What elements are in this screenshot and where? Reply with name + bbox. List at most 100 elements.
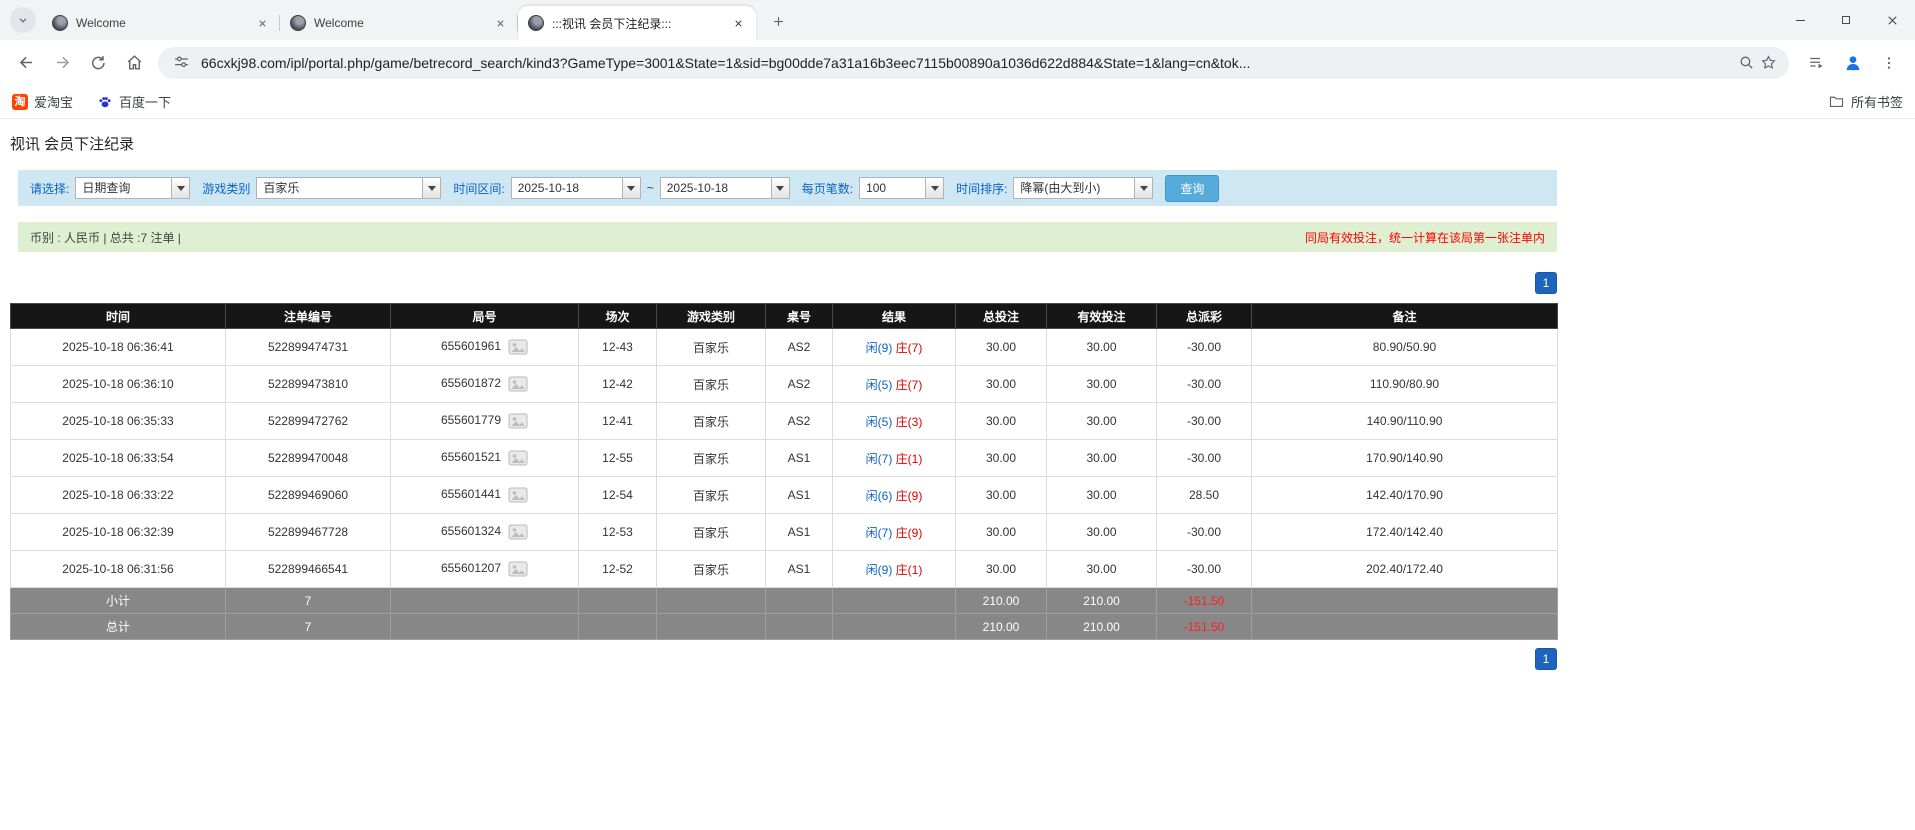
all-bookmarks-button[interactable]: 所有书签: [1828, 92, 1903, 111]
query-type-select[interactable]: 日期查询: [75, 177, 190, 199]
total-bet-link[interactable]: 30.00: [956, 366, 1047, 403]
sort-order-select[interactable]: 降幂(由大到小): [1013, 177, 1153, 199]
time-cell: 2025-10-18 06:32:39: [11, 514, 226, 551]
round-detail-image-icon[interactable]: [508, 524, 528, 540]
bookmark-label: 爱淘宝: [34, 92, 73, 111]
media-controls-button[interactable]: [1800, 46, 1834, 80]
table-no-cell: AS1: [766, 477, 833, 514]
forward-button[interactable]: [45, 46, 79, 80]
total-bet-link[interactable]: 30.00: [956, 551, 1047, 588]
round-detail-image-icon[interactable]: [508, 339, 528, 355]
date-from-value: 2025-10-18: [512, 178, 622, 198]
empty-cell: [657, 588, 766, 614]
empty-cell: [657, 614, 766, 640]
tab-close-icon[interactable]: [492, 15, 508, 31]
total-bet-link[interactable]: 30.00: [956, 514, 1047, 551]
result-banker: 庄(9): [896, 526, 923, 540]
round-cell: 655601324: [391, 514, 579, 551]
session-cell: 12-55: [579, 440, 657, 477]
result-banker: 庄(3): [896, 415, 923, 429]
game-type-select[interactable]: 百家乐: [256, 177, 441, 199]
table-row: 2025-10-18 06:36:41 522899474731 6556019…: [11, 329, 1558, 366]
chevron-down-icon[interactable]: [771, 178, 789, 198]
chevron-down-icon[interactable]: [1134, 178, 1152, 198]
page-content: 视讯 会员下注纪录 请选择: 日期查询 游戏类别 百家乐 时间区间: 2025-…: [0, 119, 1915, 670]
col-header-remark: 备注: [1252, 304, 1558, 329]
result-banker: 庄(1): [896, 452, 923, 466]
remark-cell: 202.40/172.40: [1252, 551, 1558, 588]
total-bet-link[interactable]: 30.00: [956, 403, 1047, 440]
col-header-table-no: 桌号: [766, 304, 833, 329]
query-type-value: 日期查询: [76, 178, 171, 198]
total-row: 总计 7 210.00 210.00 -151.50: [11, 614, 1558, 640]
round-id: 655601521: [441, 450, 501, 464]
payout-cell: -30.00: [1157, 440, 1252, 477]
result-banker: 庄(1): [896, 563, 923, 577]
col-header-payout: 总派彩: [1157, 304, 1252, 329]
game-type-cell: 百家乐: [657, 329, 766, 366]
tab-welcome-2[interactable]: Welcome: [280, 6, 518, 40]
close-window-button[interactable]: [1869, 0, 1915, 40]
profile-avatar[interactable]: [1836, 46, 1870, 80]
empty-cell: [766, 588, 833, 614]
site-info-tune-icon[interactable]: [170, 52, 192, 74]
round-cell: 655601521: [391, 440, 579, 477]
round-detail-image-icon[interactable]: [508, 376, 528, 392]
date-to-select[interactable]: 2025-10-18: [660, 177, 790, 199]
folder-icon: [1828, 93, 1845, 110]
empty-cell: [579, 614, 657, 640]
tab-title: Welcome: [314, 16, 486, 30]
page-size-select[interactable]: 100: [859, 177, 944, 199]
result-cell: 闲(9) 庄(1): [833, 551, 956, 588]
zoom-icon[interactable]: [1735, 52, 1757, 74]
browser-menu-button[interactable]: [1872, 46, 1906, 80]
chevron-down-icon[interactable]: [925, 178, 943, 198]
session-cell: 12-42: [579, 366, 657, 403]
chevron-down-icon[interactable]: [171, 178, 189, 198]
valid-bet-cell: 30.00: [1047, 366, 1157, 403]
date-from-select[interactable]: 2025-10-18: [511, 177, 641, 199]
tab-welcome-1[interactable]: Welcome: [42, 6, 280, 40]
chevron-down-icon[interactable]: [622, 178, 640, 198]
total-bet-link[interactable]: 30.00: [956, 329, 1047, 366]
new-tab-button[interactable]: [764, 7, 792, 35]
chevron-down-icon[interactable]: [422, 178, 440, 198]
search-button[interactable]: 查询: [1165, 175, 1219, 202]
back-button[interactable]: [9, 46, 43, 80]
forward-arrow-icon: [53, 53, 72, 72]
total-bet-link[interactable]: 30.00: [956, 440, 1047, 477]
total-bet-link[interactable]: 30.00: [956, 477, 1047, 514]
person-icon: [1843, 53, 1863, 73]
round-cell: 655601441: [391, 477, 579, 514]
round-detail-image-icon[interactable]: [508, 487, 528, 503]
minimize-button[interactable]: [1777, 0, 1823, 40]
tab-close-icon[interactable]: [254, 15, 270, 31]
address-bar[interactable]: 66cxkj98.com/ipl/portal.php/game/betreco…: [158, 47, 1789, 79]
bookmark-star-icon[interactable]: [1757, 52, 1779, 74]
total-payout: -151.50: [1157, 614, 1252, 640]
maximize-button[interactable]: [1823, 0, 1869, 40]
tab-close-icon[interactable]: [730, 15, 746, 31]
col-header-bet-id: 注单编号: [226, 304, 391, 329]
game-type-cell: 百家乐: [657, 366, 766, 403]
session-cell: 12-41: [579, 403, 657, 440]
tab-search-button[interactable]: [10, 7, 36, 33]
subtotal-label: 小计: [11, 588, 226, 614]
tab-bet-record-active[interactable]: :::视讯 会员下注纪录:::: [518, 6, 756, 40]
page-1-button[interactable]: 1: [1535, 648, 1557, 670]
url-text[interactable]: 66cxkj98.com/ipl/portal.php/game/betreco…: [201, 55, 1735, 71]
round-id: 655601441: [441, 487, 501, 501]
reload-button[interactable]: [81, 46, 115, 80]
round-detail-image-icon[interactable]: [508, 561, 528, 577]
round-detail-image-icon[interactable]: [508, 450, 528, 466]
valid-bet-cell: 30.00: [1047, 477, 1157, 514]
bookmark-baidu[interactable]: 百度一下: [97, 92, 171, 111]
result-player: 闲(7): [866, 526, 893, 540]
bet-id-cell: 522899470048: [226, 440, 391, 477]
home-button[interactable]: [117, 46, 151, 80]
remark-cell: 172.40/142.40: [1252, 514, 1558, 551]
page-1-button[interactable]: 1: [1535, 272, 1557, 294]
bookmark-taobao[interactable]: 淘 爱淘宝: [12, 92, 73, 111]
round-detail-image-icon[interactable]: [508, 413, 528, 429]
col-header-total-bet: 总投注: [956, 304, 1047, 329]
